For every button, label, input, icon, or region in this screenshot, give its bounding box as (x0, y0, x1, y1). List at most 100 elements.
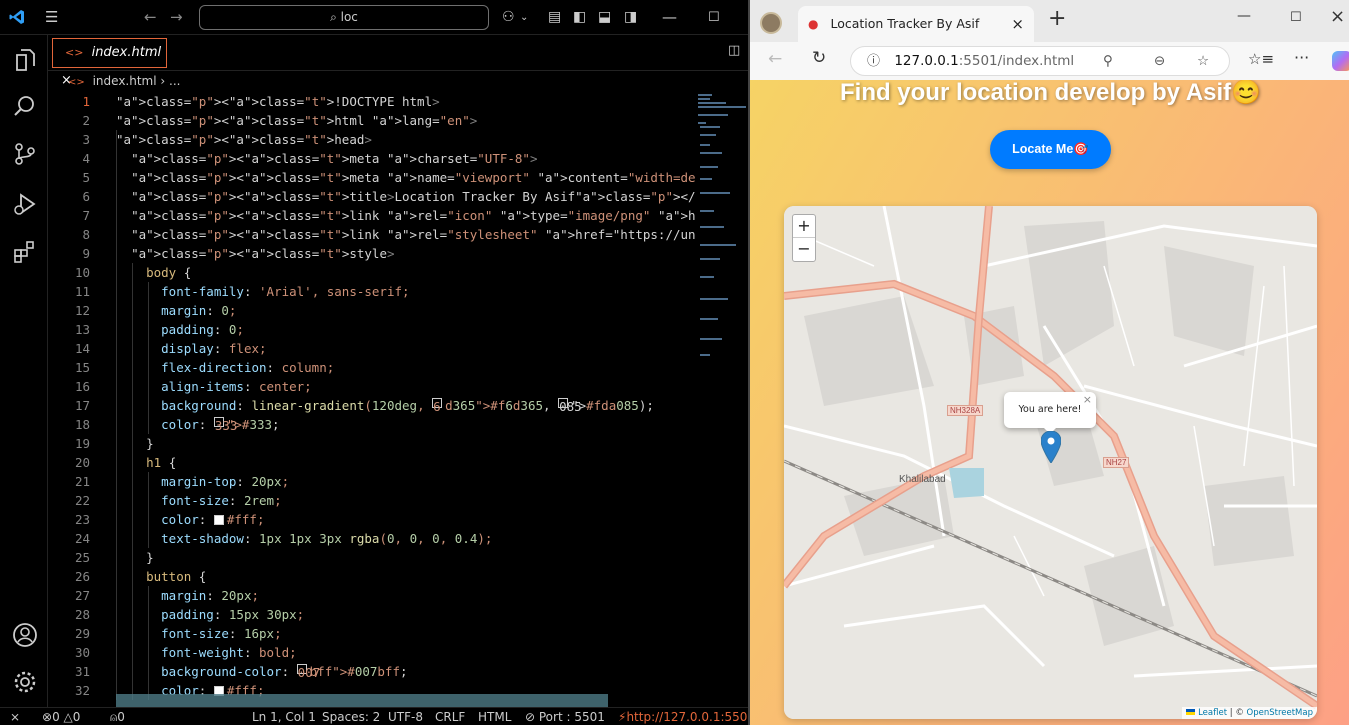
code-line: "a">class="p"><"a">class="t">html "a">la… (116, 113, 478, 128)
breadcrumb-file[interactable]: index.html (93, 74, 157, 88)
command-search-box[interactable]: ⌕ loc (199, 5, 489, 30)
code-line: "a">class="p"><"a">class="t">style> (131, 246, 395, 261)
code-line: margin: 0; (161, 303, 237, 318)
code-line: font-size: 2rem; (161, 493, 282, 508)
warning-icon: △ (63, 710, 73, 724)
cursor-position[interactable]: Ln 1, Col 1 (252, 708, 316, 725)
layout-editor-icon[interactable]: ▤ (548, 0, 561, 35)
settings-gear-icon[interactable] (12, 669, 38, 695)
favorites-icon[interactable]: ☆≡ (1248, 50, 1274, 68)
address-bar[interactable]: ⓘ 127.0.0.1:5501/index.html ⚲ ⊖ ☆ (850, 46, 1230, 76)
code-line: } (116, 550, 154, 565)
copilot-icon[interactable]: ⚇ (502, 0, 515, 35)
line-number: 18 (74, 417, 90, 432)
map-popup: You are here! × (1004, 392, 1096, 434)
explorer-icon[interactable] (12, 47, 38, 73)
line-ending[interactable]: CRLF (435, 708, 465, 725)
page-heading: Find your location develop by Asif😊 (839, 80, 1262, 106)
line-number: 32 (74, 683, 90, 698)
location-marker-icon[interactable] (1041, 431, 1061, 463)
more-options-icon[interactable]: ··· (1294, 48, 1309, 67)
line-number: 22 (74, 493, 90, 508)
ports-indicator[interactable]: ⍝0 (110, 708, 125, 725)
info-icon[interactable]: ⓘ (867, 54, 880, 69)
leaflet-link[interactable]: Leaflet (1198, 708, 1227, 718)
warning-count: 0 (72, 710, 81, 724)
browser-tab[interactable]: ● Location Tracker By Asif × (798, 6, 1034, 42)
toggle-sidebar-icon[interactable]: ◧ (573, 0, 586, 35)
line-number: 28 (74, 607, 90, 622)
location-permission-icon[interactable]: ⚲ (1103, 47, 1113, 75)
profile-avatar[interactable] (760, 12, 782, 34)
line-number: 11 (74, 284, 90, 299)
indentation[interactable]: Spaces: 2 (322, 708, 380, 725)
code-line: background-color: 007bff">#007bff; (161, 664, 408, 680)
minimap[interactable] (696, 92, 748, 707)
back-arrow-icon[interactable]: ← (768, 49, 782, 69)
extensions-icon[interactable] (12, 239, 38, 265)
code-line: "a">class="p"><"a">class="t">title>Locat… (131, 189, 696, 204)
language-mode[interactable]: HTML (478, 708, 511, 725)
line-number: 31 (74, 664, 90, 679)
minimize-icon[interactable]: — (1237, 8, 1251, 24)
source-control-icon[interactable] (12, 141, 38, 167)
line-number: 26 (74, 569, 90, 584)
osm-link[interactable]: OpenStreetMap (1247, 708, 1313, 718)
encoding[interactable]: UTF-8 (388, 708, 423, 725)
problems-indicator[interactable]: ⊗0 △0 (42, 708, 80, 725)
forward-arrow-icon[interactable]: → (170, 0, 183, 35)
zoom-out-icon[interactable]: ⊖ (1154, 47, 1165, 75)
copilot-icon[interactable] (1332, 51, 1349, 71)
map-label-town: Khalilabad (899, 474, 946, 485)
line-number: 12 (74, 303, 90, 318)
remote-icon[interactable]: ⨯ (10, 708, 20, 725)
code-editor[interactable]: 1 "a">class="p"><"a">class="t">!DOCTYPE h… (48, 92, 696, 707)
tab-index-html[interactable]: <> index.html × (52, 38, 167, 88)
live-server-url[interactable]: ⚡http://127.0.0.1:5500 (618, 708, 755, 725)
line-number: 27 (74, 588, 90, 603)
maximize-icon[interactable]: ☐ (708, 0, 720, 35)
menu-icon[interactable]: ☰ (45, 0, 58, 35)
line-number: 14 (74, 341, 90, 356)
error-icon: ⊗ (42, 710, 53, 724)
code-line: body { (146, 265, 192, 280)
minimize-icon[interactable]: — (662, 0, 677, 35)
html-file-icon: <> (65, 46, 84, 59)
line-number: 8 (82, 227, 90, 242)
toggle-secondary-sidebar-icon[interactable]: ◨ (624, 0, 637, 35)
close-tab-icon[interactable]: × (1011, 6, 1024, 42)
map-label-nh328a: NH328A (947, 405, 984, 416)
browser-tab-strip: ● Location Tracker By Asif × + — ☐ × (750, 0, 1349, 42)
favorite-star-icon[interactable]: ☆ (1197, 47, 1209, 75)
code-line: font-weight: bold; (161, 645, 297, 660)
code-line: margin-top: 20px; (161, 474, 290, 489)
leaflet-map[interactable]: NH328A NH27 Khalilabad + − You are here!… (784, 206, 1317, 719)
chevron-down-icon[interactable]: ⌄ (520, 0, 528, 35)
run-debug-icon[interactable] (12, 191, 38, 217)
code-line: padding: 15px 30px; (161, 607, 305, 622)
map-attribution: Leaflet | © OpenStreetMap (1182, 707, 1317, 719)
zoom-in-button[interactable]: + (793, 215, 815, 238)
refresh-icon[interactable]: ↻ (812, 48, 826, 68)
account-icon[interactable] (12, 622, 38, 648)
line-number: 7 (82, 208, 90, 223)
code-line: "a">class="p"><"a">class="t">meta "a">na… (131, 170, 696, 185)
breadcrumb-more[interactable]: ... (169, 74, 180, 88)
code-line: color: #fff; (161, 512, 265, 527)
new-tab-icon[interactable]: + (1048, 6, 1066, 31)
popup-close-button[interactable]: × (1083, 382, 1092, 418)
editor-scrollbar[interactable] (116, 694, 608, 707)
split-editor-icon[interactable]: ◫ (728, 43, 740, 58)
search-icon[interactable] (12, 93, 38, 119)
line-number: 20 (74, 455, 90, 470)
back-arrow-icon[interactable]: ← (144, 0, 157, 35)
code-line: } (116, 436, 154, 451)
status-bar: ⨯ ⊗0 △0 ⍝0 Ln 1, Col 1 Spaces: 2 UTF-8 C… (0, 707, 755, 725)
locate-me-button[interactable]: Locate Me🎯 (990, 130, 1111, 169)
close-window-icon[interactable]: × (1330, 6, 1345, 27)
toggle-panel-icon[interactable]: ⬓ (598, 0, 611, 35)
line-number: 5 (82, 170, 90, 185)
maximize-icon[interactable]: ☐ (1290, 10, 1302, 25)
live-server-port[interactable]: ⊘ Port : 5501 (525, 708, 605, 725)
zoom-out-button[interactable]: − (793, 238, 815, 261)
